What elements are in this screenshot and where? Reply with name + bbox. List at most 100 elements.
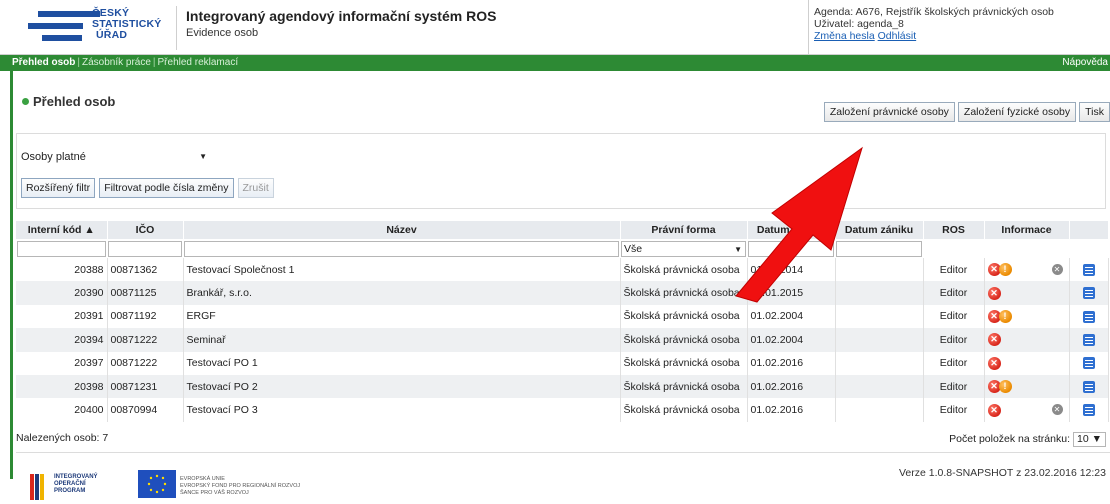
filter-buttons: Rozšířený filtr Filtrovat podle čísla zm… — [21, 178, 278, 198]
page-size-select[interactable]: 10 ▼ — [1073, 432, 1106, 447]
detail-list-icon[interactable] — [1082, 333, 1095, 346]
cell-datum-vzniku: 01.02.2004 — [747, 328, 836, 352]
cell-ico: 00871125 — [107, 281, 184, 305]
cell-datum-zaniku — [835, 258, 924, 282]
col-header-datum-zaniku[interactable]: Datum zániku — [835, 221, 924, 239]
detail-list-icon[interactable] — [1082, 404, 1095, 417]
person-validity-select[interactable]: Osoby platné ▼ — [21, 148, 207, 166]
help-link[interactable]: Nápověda — [1062, 55, 1108, 71]
user-label: Uživatel: agenda_8 — [814, 18, 904, 30]
cell-datum-vzniku: 01.04.2014 — [747, 258, 836, 282]
table-row[interactable]: 20397 00871222 Testovací PO 1 Školská právn… — [16, 351, 1109, 375]
cell-nazev: Seminař — [183, 328, 621, 352]
cell-detail — [1069, 328, 1109, 352]
error-icon[interactable]: ✕ — [987, 286, 1001, 300]
agenda-label: Agenda: A676, Rejstřík školských právnic… — [814, 6, 1054, 18]
change-password-link[interactable]: Změna hesla — [814, 30, 875, 42]
cell-datum-zaniku — [835, 281, 924, 305]
col-header-pravni-forma[interactable]: Právní forma — [620, 221, 748, 239]
table-row[interactable]: 20390 00871125 Brankář, s.r.o. Školská práv… — [16, 281, 1109, 305]
cell-interni-kod: 20400 — [16, 398, 108, 422]
col-header-datum-vzniku[interactable]: Datum vzniku — [747, 221, 836, 239]
logout-link[interactable]: Odhlásit — [878, 30, 917, 42]
cell-ico: 00871231 — [107, 374, 184, 399]
cell-ico: 00871362 — [107, 258, 184, 282]
iop-logo-text: INTEGROVANÝ OPERAČNÍ PROGRAM — [54, 474, 98, 494]
nav-item-zasobnik-prace[interactable]: Zásobník práce — [82, 57, 151, 68]
col-header-nazev[interactable]: Název — [183, 221, 621, 239]
iop-stripes-icon — [30, 474, 50, 500]
filter-input-kod[interactable] — [17, 240, 106, 257]
filter-input-ico[interactable] — [108, 240, 182, 257]
cell-pravni-forma: Školská právnická osoba — [620, 374, 748, 399]
cell-ros: Editor — [923, 351, 985, 375]
main-nav: Přehled osob | Zásobník práce | Přehled rekl… — [0, 55, 1110, 71]
left-accent-line — [10, 71, 13, 479]
chevron-down-icon: ▼ — [199, 152, 207, 161]
table-row[interactable]: 20394 00871222 Seminař Školská právnická os… — [16, 328, 1109, 352]
warning-icon[interactable]: ! — [998, 380, 1012, 394]
table-row[interactable]: 20400 00870994 Testovací PO 3 Školská právn… — [16, 398, 1109, 422]
cell-ico: 00871222 — [107, 328, 184, 352]
detail-list-icon[interactable] — [1082, 357, 1095, 370]
table-row[interactable]: 20398 00871231 Testovací PO 2 Školská právn… — [16, 374, 1109, 399]
cell-ros: Editor — [923, 281, 985, 305]
cell-ico: 00870994 — [107, 398, 184, 422]
closed-icon[interactable]: ✕ — [1051, 264, 1063, 275]
cell-datum-vzniku: 01.02.2016 — [747, 351, 836, 375]
print-button[interactable]: Tisk — [1079, 102, 1110, 122]
detail-list-icon[interactable] — [1082, 287, 1095, 300]
error-icon[interactable]: ✕ — [987, 333, 1001, 347]
cell-datum-zaniku — [835, 304, 924, 329]
cell-ros: Editor — [923, 328, 985, 352]
warning-icon[interactable]: ! — [998, 309, 1012, 323]
filter-by-change-button[interactable]: Filtrovat podle čísla změny — [99, 178, 234, 198]
filter-input-nazev[interactable] — [184, 240, 619, 257]
page-size-control: Počet položek na stránku: 10 ▼ — [949, 432, 1106, 447]
cell-informace: ✕ — [984, 328, 1070, 352]
footer-divider — [16, 452, 1110, 453]
cell-ros: Editor — [923, 374, 985, 399]
table-row[interactable]: 20388 00871362 Testovací Společnost 1 Škols… — [16, 258, 1109, 282]
cell-datum-zaniku — [835, 351, 924, 375]
app-subtitle: Evidence osob — [186, 27, 259, 39]
cell-interni-kod: 20394 — [16, 328, 108, 352]
error-icon[interactable]: ✕ — [987, 356, 1001, 370]
cell-datum-zaniku — [835, 328, 924, 352]
cell-informace: ✕! — [984, 304, 1070, 329]
create-legal-person-button[interactable]: Založení právnické osoby — [823, 102, 955, 122]
filter-input-vznik[interactable] — [748, 240, 834, 257]
eu-text: EVROPSKÁ UNIE EVROPSKÝ FOND PRO REGIONÁL… — [180, 476, 301, 496]
cell-detail — [1069, 258, 1109, 282]
detail-list-icon[interactable] — [1082, 263, 1095, 276]
warning-icon[interactable]: ! — [998, 263, 1012, 277]
cancel-filter-button[interactable]: Zrušit — [237, 178, 274, 198]
header-divider — [176, 6, 177, 50]
nav-item-prehled-reklamaci[interactable]: Přehled reklamací — [158, 57, 239, 68]
eu-flag-icon — [138, 470, 176, 498]
detail-list-icon[interactable] — [1082, 380, 1095, 393]
cell-detail — [1069, 398, 1109, 422]
page-title: Přehled osob — [22, 94, 115, 109]
closed-icon[interactable]: ✕ — [1051, 404, 1063, 416]
col-header-ros[interactable]: ROS — [923, 221, 985, 239]
cell-detail — [1069, 304, 1109, 329]
extended-filter-button[interactable]: Rozšířený filtr — [21, 178, 96, 198]
col-header-ico[interactable]: IČO — [107, 221, 184, 239]
cell-informace: ✕! — [984, 374, 1070, 399]
cell-nazev: Testovací PO 2 — [183, 374, 621, 399]
page-size-value: 10 — [1077, 433, 1089, 445]
create-natural-person-button[interactable]: Založení fyzické osoby — [957, 102, 1077, 122]
nav-item-prehled-osob[interactable]: Přehled osob — [12, 57, 75, 68]
cell-detail — [1069, 281, 1109, 305]
select-value: Osoby platné — [21, 151, 86, 163]
table-row[interactable]: 20391 00871192 ERGF Školská právnická osoba… — [16, 304, 1109, 329]
detail-list-icon[interactable] — [1082, 310, 1095, 323]
filter-select-forma[interactable]: Vše ▼ — [621, 240, 746, 257]
col-header-interni-kod[interactable]: Interní kód ▲ — [16, 221, 108, 239]
filter-input-zanik[interactable] — [836, 240, 922, 257]
cell-datum-vzniku: 01.02.2016 — [747, 374, 836, 399]
error-icon[interactable]: ✕ — [987, 403, 1001, 417]
cell-nazev: Brankář, s.r.o. — [183, 281, 621, 305]
cell-interni-kod: 20388 — [16, 258, 108, 282]
